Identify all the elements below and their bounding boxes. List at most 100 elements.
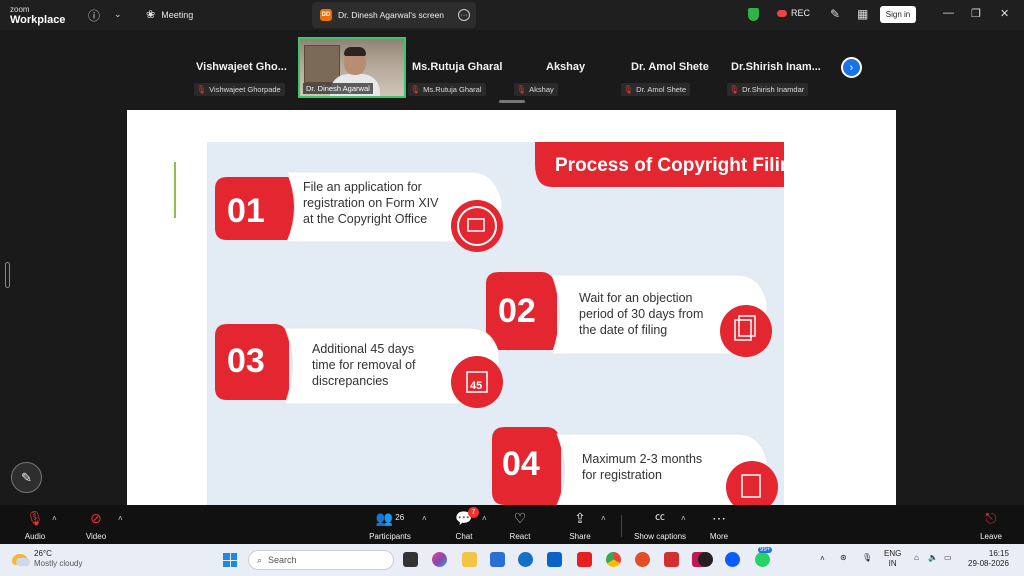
participant-label: 🎙 Akshay xyxy=(514,83,558,96)
mic-muted-icon: 🎙 xyxy=(410,85,421,94)
share-options-caret[interactable]: ˄ xyxy=(601,514,606,523)
edge-icon[interactable] xyxy=(518,552,533,567)
microphone-tray-icon[interactable]: 🎙 xyxy=(862,553,872,562)
participants-options-caret[interactable]: ˄ xyxy=(422,514,427,523)
step-number: 04 xyxy=(502,445,540,483)
recording-indicator[interactable]: REC xyxy=(777,8,810,18)
chrome-icon[interactable] xyxy=(606,552,621,567)
step-number: 01 xyxy=(227,192,265,230)
youtube-icon[interactable] xyxy=(577,552,592,567)
mic-muted-icon: 🎙 xyxy=(196,85,207,94)
wifi-icon[interactable]: ⌂ xyxy=(914,553,919,562)
step-04: 04 Maximum 2-3 months for registration xyxy=(492,427,778,505)
weather-condition: Mostly cloudy xyxy=(34,559,83,568)
rec-label: REC xyxy=(791,8,811,18)
participant-name: Akshay xyxy=(546,61,586,73)
whatsapp-icon[interactable] xyxy=(755,552,770,567)
windows-start-icon[interactable] xyxy=(223,553,237,567)
active-speaker-video[interactable]: Dr. Dinesh Agarwal xyxy=(298,37,406,98)
next-participants-button[interactable]: › xyxy=(841,57,862,78)
video-options-caret[interactable]: ˄ xyxy=(118,514,123,523)
battery-icon[interactable]: ▭ xyxy=(944,553,952,562)
background-shelf xyxy=(304,45,340,83)
participant-label: 🎙 Vishwajeet Ghorpade xyxy=(194,83,285,96)
participants-button[interactable]: 👥 26 Participants xyxy=(360,509,420,541)
magic-wand-icon[interactable]: ✎ xyxy=(830,7,840,21)
notification-badge: 99+ xyxy=(758,547,773,553)
participants-icon: 👥 26 xyxy=(375,510,405,526)
close-icon[interactable]: ✕ xyxy=(1000,7,1009,20)
participant-name: Vishwajeet Gho... xyxy=(196,61,287,73)
pdf-reader-icon[interactable] xyxy=(664,552,679,567)
photos-icon[interactable] xyxy=(635,552,650,567)
store-icon[interactable] xyxy=(490,552,505,567)
minimize-icon[interactable]: — xyxy=(943,7,954,19)
chat-options-caret[interactable]: ˄ xyxy=(482,514,487,523)
chevron-down-icon[interactable]: ⌄ xyxy=(114,9,122,20)
participant-name: Dr. Amol Shete xyxy=(631,61,709,73)
step-number: 03 xyxy=(227,342,265,380)
info-icon[interactable]: ⓘ xyxy=(88,7,100,24)
resize-handle[interactable] xyxy=(5,262,10,288)
copyright-process-infographic: Process of Copyright Filing 01 File an a… xyxy=(207,142,784,505)
search-placeholder: Search xyxy=(268,555,297,565)
taskbar-search[interactable]: ⌕ Search xyxy=(248,550,394,570)
participants-label: Participants xyxy=(369,532,411,541)
more-options-icon[interactable]: ··· xyxy=(458,9,470,21)
language-indicator[interactable]: ENG IN xyxy=(884,549,901,569)
sign-in-button[interactable]: Sign in xyxy=(880,6,916,23)
weather-widget[interactable]: 26°C Mostly cloudy xyxy=(12,549,82,569)
show-hidden-icons[interactable]: ˄ xyxy=(820,554,825,563)
leave-icon: ⎋ xyxy=(985,510,997,526)
react-button[interactable]: ♡ React xyxy=(490,509,550,541)
leave-button[interactable]: ⎋ Leave xyxy=(961,509,1021,541)
participant-label-text: Vishwajeet Ghorpade xyxy=(209,85,281,94)
windows-taskbar: 26°C Mostly cloudy ⌕ Search 99+ ˄ ⊛ 🎙 EN… xyxy=(0,544,1024,576)
annotate-pen-button[interactable]: ✎ xyxy=(11,462,42,493)
task-view-icon[interactable] xyxy=(403,552,418,567)
audio-options-caret[interactable]: ˄ xyxy=(52,514,57,523)
more-button[interactable]: ⋯ More xyxy=(689,509,749,541)
participant-label: 🎙 Dr. Amol Shete xyxy=(621,83,691,96)
mic-muted-icon: 🎙 xyxy=(729,85,740,94)
meeting-menu[interactable]: ❀ Meeting xyxy=(146,8,193,21)
file-explorer-icon[interactable] xyxy=(462,552,477,567)
captions-options-caret[interactable]: ˄ xyxy=(681,514,686,523)
participant-label-text: Dr. Amol Shete xyxy=(636,85,687,94)
shared-slide: Process of Copyright Filing 01 File an a… xyxy=(127,110,896,505)
clock-time: 16:15 xyxy=(988,549,1009,558)
media-player-icon[interactable] xyxy=(698,552,713,567)
step-number: 02 xyxy=(498,292,536,330)
calendar-number: 45 xyxy=(470,380,482,392)
zoom-icon[interactable] xyxy=(725,552,740,567)
captions-label: Show captions xyxy=(633,532,687,541)
participant-label: 🎙 Dr.Shirish Inamdar xyxy=(727,83,809,96)
infographic-svg: Process of Copyright Filing 01 File an a… xyxy=(215,142,784,505)
mic-muted-icon: 🎙 xyxy=(623,85,634,94)
outlook-icon[interactable] xyxy=(547,552,562,567)
system-clock[interactable]: 16:15 29-08-2026 xyxy=(968,549,1009,569)
network-status-icon[interactable]: ⊛ xyxy=(840,553,847,562)
security-shield-icon[interactable] xyxy=(748,8,759,21)
restore-icon[interactable]: ❐ xyxy=(971,7,981,20)
heart-icon: ♡ xyxy=(513,510,527,526)
step-text: File an application for registration on … xyxy=(303,180,442,226)
brand-line2: Workplace xyxy=(10,14,66,26)
view-grid-icon[interactable]: ▦ xyxy=(857,7,868,21)
strip-drag-handle[interactable] xyxy=(499,100,525,103)
toolbar-divider xyxy=(621,515,622,537)
video-off-icon: ⊘ xyxy=(90,510,102,526)
leave-label: Leave xyxy=(980,532,1002,541)
video-button[interactable]: ⊘ Video xyxy=(66,509,126,541)
participant-strip: Vishwajeet Gho... 🎙 Vishwajeet Ghorpade … xyxy=(0,30,1024,108)
volume-icon[interactable]: 🔈 xyxy=(928,553,938,562)
step-02: 02 Wait for an objection period of 30 da… xyxy=(486,272,772,357)
screen-share-tab[interactable]: DD Dr. Dinesh Agarwal's screen ··· xyxy=(312,2,476,28)
copilot-icon[interactable] xyxy=(432,552,447,567)
temperature: 26°C xyxy=(34,549,52,558)
zoom-window: zoom Workplace ⓘ ⌄ ❀ Meeting DD Dr. Dine… xyxy=(0,0,1024,576)
share-label: Share xyxy=(569,532,591,541)
paw-icon: ❀ xyxy=(146,9,156,21)
lang-line2: IN xyxy=(888,559,897,568)
chat-label: Chat xyxy=(455,532,473,541)
